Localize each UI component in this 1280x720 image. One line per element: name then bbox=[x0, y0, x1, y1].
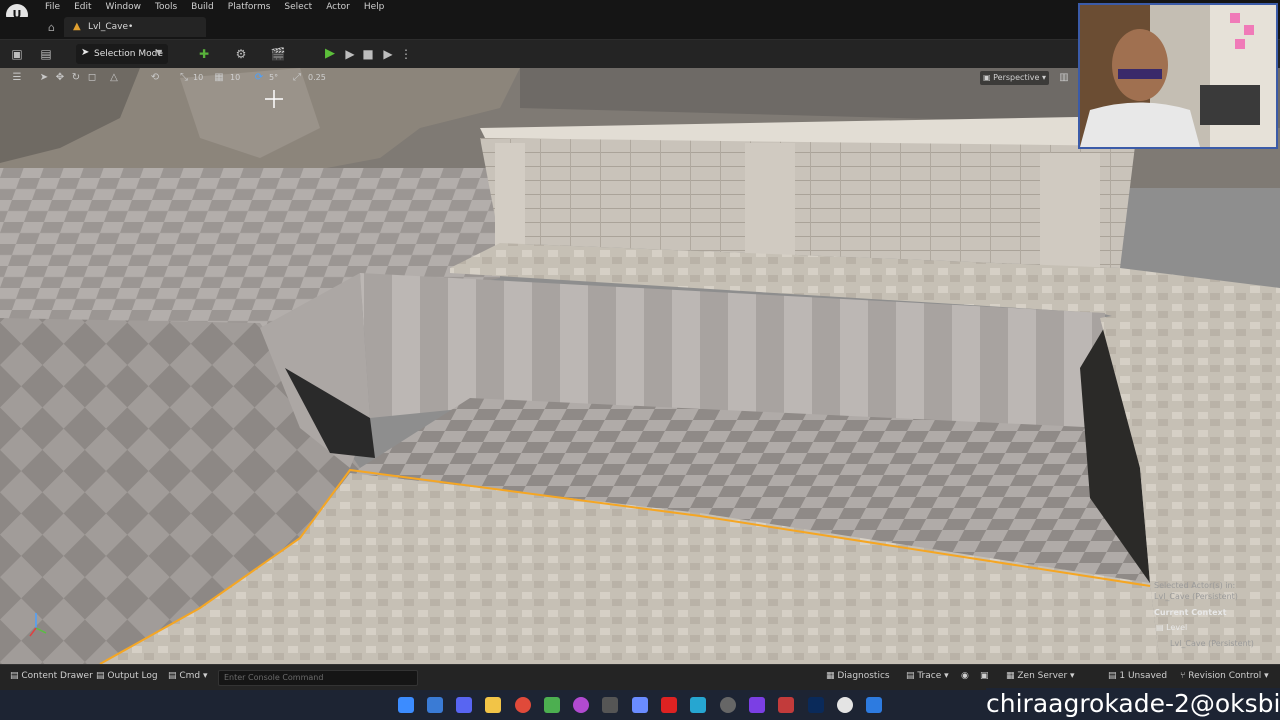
context-panel: Selected Actor(s) in: Lvl_Cave (Persiste… bbox=[1148, 578, 1278, 658]
menu-platforms[interactable]: Platforms bbox=[223, 2, 276, 12]
stop-icon[interactable]: ■ bbox=[360, 46, 376, 62]
menu-build[interactable]: Build bbox=[186, 2, 219, 12]
console-input[interactable]: Enter Console Command bbox=[218, 670, 418, 686]
rotation-snap-icon[interactable]: ⟳ bbox=[252, 71, 266, 85]
search-icon[interactable] bbox=[720, 697, 736, 713]
cinematics-icon[interactable]: 🎬 bbox=[270, 46, 286, 62]
unsaved-button[interactable]: ▤ 1 Unsaved bbox=[1108, 671, 1167, 681]
viewport-layout-icon[interactable]: ▥ bbox=[1057, 71, 1071, 85]
cmd-dropdown[interactable]: ▤ Cmd ▾ bbox=[168, 671, 208, 681]
select-tool-icon[interactable]: ➤ bbox=[37, 71, 51, 85]
zen-server-dropdown[interactable]: ▦ Zen Server ▾ bbox=[1006, 671, 1075, 681]
discord-icon[interactable] bbox=[456, 697, 472, 713]
editor-icon[interactable] bbox=[632, 697, 648, 713]
level-viewport[interactable] bbox=[0, 68, 1280, 664]
record-icon[interactable]: ◉ bbox=[961, 671, 969, 681]
status-bar: ▤ Content Drawer ▤ Output Log ▤ Cmd ▾ En… bbox=[0, 664, 1280, 690]
main-menu: File Edit Window Tools Build Platforms S… bbox=[40, 2, 393, 12]
selected-actors-text: Selected Actor(s) in: bbox=[1154, 581, 1236, 590]
home-icon[interactable]: ⌂ bbox=[48, 21, 55, 34]
terminal-icon[interactable] bbox=[602, 697, 618, 713]
more-options-icon[interactable]: ⋮ bbox=[398, 46, 414, 62]
obs-icon[interactable] bbox=[573, 697, 589, 713]
watermark-text: chiraagrokade-2@oksbi bbox=[986, 688, 1280, 720]
menu-file[interactable]: File bbox=[40, 2, 65, 12]
grid-snap-value[interactable]: 10 bbox=[190, 71, 206, 85]
menu-window[interactable]: Window bbox=[101, 2, 147, 12]
grid-size-value[interactable]: 10 bbox=[227, 71, 243, 85]
level-icon: ▲ bbox=[73, 21, 81, 32]
save-icon[interactable]: ▣ bbox=[9, 46, 25, 62]
add-actor-icon[interactable]: ✚ bbox=[196, 46, 212, 62]
app-dark-red-icon[interactable] bbox=[778, 697, 794, 713]
rotation-snap-value[interactable]: 5° bbox=[266, 71, 281, 85]
grid-snap-icon[interactable]: ⤡ bbox=[177, 71, 191, 85]
menu-tools[interactable]: Tools bbox=[150, 2, 182, 12]
unreal-engine-icon[interactable] bbox=[837, 697, 853, 713]
selected-level-text: Lvl_Cave (Persistent) bbox=[1154, 592, 1238, 601]
webcam-image bbox=[1080, 5, 1276, 147]
app-red-icon[interactable] bbox=[661, 697, 677, 713]
chrome-icon[interactable] bbox=[515, 697, 531, 713]
menu-select[interactable]: Select bbox=[279, 2, 317, 12]
play-next-frame-icon[interactable]: ▶ bbox=[342, 46, 358, 62]
level-label: ▤ Level bbox=[1156, 623, 1188, 632]
chevron-down-icon: ▼ bbox=[156, 48, 163, 57]
tab-level-label: Lvl_Cave• bbox=[88, 22, 134, 32]
app-blue-icon[interactable] bbox=[690, 697, 706, 713]
current-context-label: Current Context bbox=[1154, 608, 1227, 617]
output-log-button[interactable]: ▤ Output Log bbox=[96, 671, 158, 681]
diagnostics-button[interactable]: ▦ Diagnostics bbox=[826, 671, 890, 681]
notepad-icon[interactable] bbox=[544, 697, 560, 713]
selection-mode-label: Selection Mode bbox=[94, 49, 163, 59]
launch-icon[interactable]: ▶ bbox=[380, 46, 396, 62]
visual-studio-icon[interactable] bbox=[749, 697, 765, 713]
blueprint-icon[interactable]: ⚙ bbox=[233, 46, 249, 62]
webcam-overlay bbox=[1078, 3, 1278, 149]
edge-icon[interactable] bbox=[427, 697, 443, 713]
coordinate-space-icon[interactable]: △ bbox=[107, 71, 121, 85]
rotate-tool-icon[interactable]: ↻ bbox=[69, 71, 83, 85]
select-arrow-icon: ➤ bbox=[81, 47, 90, 58]
grid-icon[interactable]: ▦ bbox=[212, 71, 226, 85]
level-value-text: Lvl_Cave (Persistent) bbox=[1170, 639, 1254, 648]
perspective-dropdown[interactable]: ▣ Perspective ▾ bbox=[980, 71, 1050, 85]
selection-mode-dropdown[interactable]: ➤ Selection Mode ▼ bbox=[76, 44, 168, 64]
menu-actor[interactable]: Actor bbox=[321, 2, 355, 12]
play-icon[interactable]: ▶ bbox=[322, 46, 338, 62]
app-window-icon[interactable] bbox=[866, 697, 882, 713]
menu-help[interactable]: Help bbox=[359, 2, 390, 12]
windows-start-icon[interactable] bbox=[398, 697, 414, 713]
content-browser-icon[interactable]: ▤ bbox=[38, 46, 54, 62]
viewport-scene bbox=[0, 68, 1280, 664]
file-explorer-icon[interactable] bbox=[485, 697, 501, 713]
screenshot-icon[interactable]: ▣ bbox=[980, 671, 989, 681]
revision-control-dropdown[interactable]: ⑂ Revision Control ▾ bbox=[1180, 671, 1269, 681]
scale-snap-icon[interactable]: ⤢ bbox=[290, 71, 304, 85]
perspective-label: Perspective bbox=[993, 73, 1040, 82]
menu-edit[interactable]: Edit bbox=[69, 2, 96, 12]
viewport-options-icon[interactable]: ☰ bbox=[10, 71, 24, 85]
trace-dropdown[interactable]: ▤ Trace ▾ bbox=[906, 671, 949, 681]
tab-level[interactable]: ▲ Lvl_Cave• bbox=[64, 17, 206, 37]
photoshop-icon[interactable] bbox=[808, 697, 824, 713]
move-tool-icon[interactable]: ✥ bbox=[53, 71, 67, 85]
surface-snap-icon[interactable]: ⟲ bbox=[148, 71, 162, 85]
scale-tool-icon[interactable]: ◻ bbox=[85, 71, 99, 85]
content-drawer-button[interactable]: ▤ Content Drawer bbox=[10, 671, 93, 681]
scale-snap-value[interactable]: 0.25 bbox=[305, 71, 329, 85]
